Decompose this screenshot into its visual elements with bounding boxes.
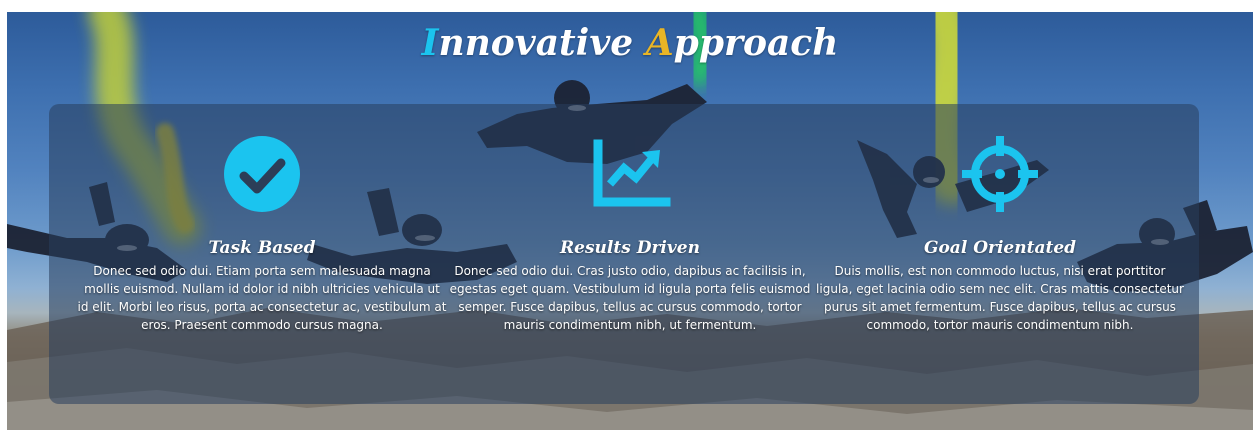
feature-title: Task Based: [208, 238, 316, 258]
crosshair-target-icon: [962, 136, 1038, 212]
feature-title: Goal Orientated: [923, 238, 1077, 258]
check-circle-icon: [224, 136, 300, 212]
hero-section: Innovative Approach Task Based Donec sed…: [7, 12, 1253, 430]
title-accent-letter-2: A: [645, 22, 674, 64]
title-text-1: nnovative: [438, 22, 646, 64]
feature-description: Donec sed odio dui. Etiam porta sem male…: [77, 264, 447, 332]
title-text-2: pproach: [673, 22, 839, 64]
feature-description: Donec sed odio dui. Cras justo odio, dap…: [449, 264, 811, 332]
feature-goal-orientated: Goal Orientated Duis mollis, est non com…: [815, 132, 1185, 334]
line-chart-icon: [593, 139, 671, 207]
feature-task-based: Task Based Donec sed odio dui. Etiam por…: [77, 132, 447, 334]
feature-results-driven: Results Driven Donec sed odio dui. Cras …: [445, 132, 815, 334]
feature-title: Results Driven: [560, 238, 700, 258]
section-title: Innovative Approach: [7, 22, 1253, 64]
feature-description: Duis mollis, est non commodo luctus, nis…: [816, 264, 1184, 332]
title-accent-letter-1: I: [421, 22, 439, 64]
